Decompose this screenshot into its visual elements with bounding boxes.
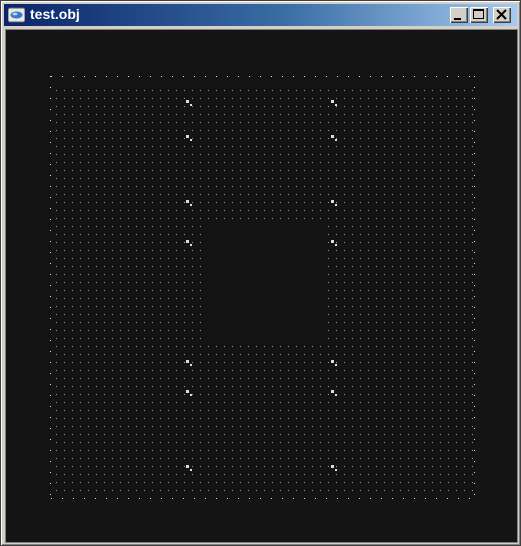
close-icon (496, 9, 507, 20)
close-button[interactable] (493, 7, 511, 23)
app-icon[interactable] (7, 7, 26, 23)
minimize-button[interactable] (450, 7, 468, 23)
model-viewport[interactable] (5, 29, 518, 543)
window-title: test.obj (30, 6, 80, 22)
maximize-button[interactable] (470, 7, 488, 23)
maximize-icon (473, 9, 484, 19)
title-bar[interactable]: test.obj (4, 4, 517, 26)
minimize-icon (454, 18, 461, 20)
point-cloud (50, 76, 475, 499)
app-window: test.obj (0, 0, 521, 546)
